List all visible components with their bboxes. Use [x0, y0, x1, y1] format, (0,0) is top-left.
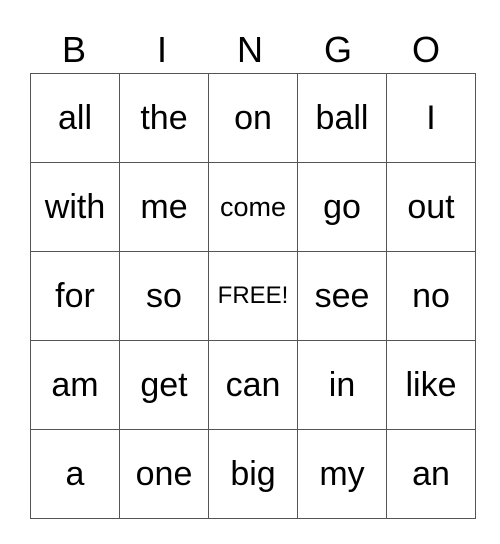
bingo-cell[interactable]: on [208, 73, 298, 163]
header-letter-b: B [61, 29, 86, 70]
bingo-cell[interactable]: go [297, 162, 387, 252]
bingo-cell[interactable]: big [208, 429, 298, 519]
bingo-cell[interactable]: an [386, 429, 476, 519]
grid-row: for so FREE! see no [30, 251, 476, 341]
bingo-cell[interactable]: all [30, 73, 120, 163]
bingo-cell[interactable]: no [386, 251, 476, 341]
bingo-cell[interactable]: for [30, 251, 120, 341]
bingo-cell[interactable]: my [297, 429, 387, 519]
grid-row: a one big my an [30, 429, 476, 519]
bingo-header: B I N G O [30, 28, 470, 72]
bingo-cell[interactable]: am [30, 340, 120, 430]
grid-row: all the on ball I [30, 73, 476, 163]
bingo-cell[interactable]: ball [297, 73, 387, 163]
bingo-cell[interactable]: the [119, 73, 209, 163]
bingo-cell[interactable]: a [30, 429, 120, 519]
header-letter-n: N [237, 29, 263, 70]
header-letter-g: G [323, 29, 352, 70]
bingo-cell[interactable]: me [119, 162, 209, 252]
header-letter-o: O [411, 29, 440, 70]
bingo-cell[interactable]: out [386, 162, 476, 252]
bingo-cell[interactable]: so [119, 251, 209, 341]
grid-row: am get can in like [30, 340, 476, 430]
bingo-cell[interactable]: one [119, 429, 209, 519]
bingo-cell[interactable]: come [208, 162, 298, 252]
bingo-cell[interactable]: can [208, 340, 298, 430]
header-letter-i: I [156, 29, 167, 70]
bingo-card-grid: all the on ball I with me come go out fo… [30, 73, 476, 519]
bingo-cell[interactable]: like [386, 340, 476, 430]
grid-row: with me come go out [30, 162, 476, 252]
bingo-cell[interactable]: in [297, 340, 387, 430]
bingo-cell[interactable]: get [119, 340, 209, 430]
bingo-cell[interactable]: I [386, 73, 476, 163]
bingo-cell[interactable]: with [30, 162, 120, 252]
free-space-cell[interactable]: FREE! [208, 251, 298, 341]
bingo-cell[interactable]: see [297, 251, 387, 341]
